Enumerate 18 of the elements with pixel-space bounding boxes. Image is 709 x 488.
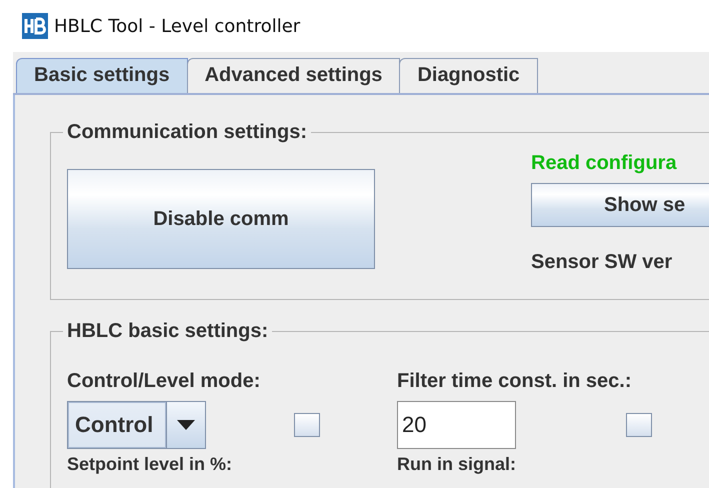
field-label: Control/Level mode: bbox=[67, 370, 262, 393]
input-field[interactable]: 20 bbox=[397, 401, 516, 449]
sensor-label: Sensor SW ver bbox=[531, 251, 674, 274]
mode-dropdown[interactable]: Control bbox=[67, 401, 206, 449]
tab[interactable]: Basic settings bbox=[16, 58, 188, 93]
field-label: Filter time const. in sec.: bbox=[397, 370, 633, 393]
status-text: Read configura bbox=[531, 152, 678, 175]
checkbox[interactable] bbox=[294, 413, 320, 437]
app-logo-icon bbox=[22, 13, 48, 39]
field-label: Setpoint level in %: bbox=[67, 455, 234, 473]
field-label: Run in signal: bbox=[397, 455, 517, 473]
window-title: HBLC Tool - Level controller bbox=[54, 16, 300, 36]
disable-comm-button[interactable]: Disable comm bbox=[67, 169, 375, 269]
checkbox[interactable] bbox=[626, 413, 652, 437]
tab[interactable]: Diagnostic bbox=[399, 58, 538, 93]
caret-icon bbox=[177, 420, 195, 430]
tab[interactable]: Advanced settings bbox=[186, 58, 400, 93]
show-button[interactable]: Show se bbox=[531, 183, 709, 227]
